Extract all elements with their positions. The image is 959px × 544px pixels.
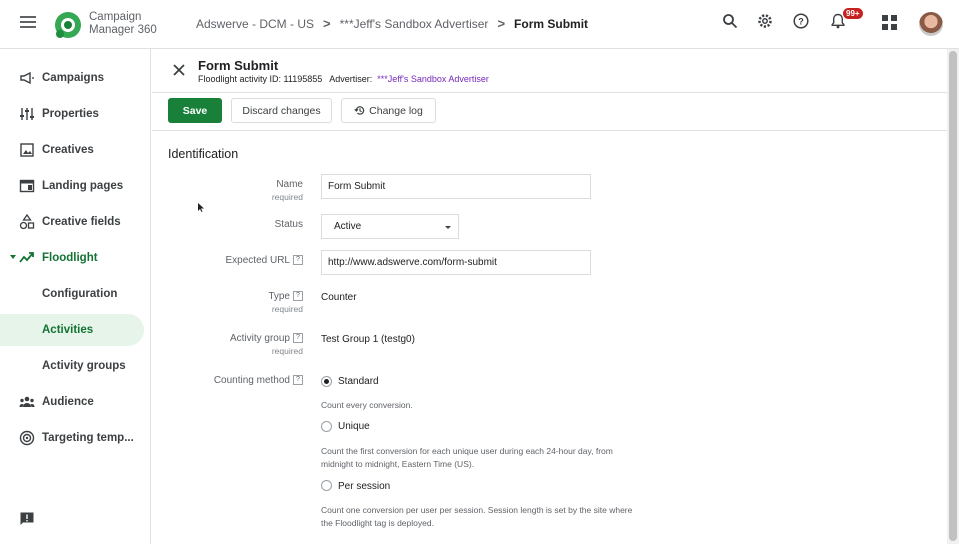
expected-url-field[interactable]: http://www.adswerve.com/form-submit bbox=[321, 250, 591, 275]
breadcrumb-advertiser[interactable]: ***Jeff's Sandbox Advertiser bbox=[340, 17, 489, 31]
campaign-manager-logo[interactable] bbox=[53, 10, 83, 40]
scrollbar-thumb[interactable] bbox=[949, 51, 957, 541]
help-icon[interactable]: ? bbox=[293, 375, 303, 386]
notifications-badge: 99+ bbox=[843, 8, 863, 19]
activity-group-label: Activity group? required bbox=[152, 333, 303, 356]
discard-changes-button[interactable]: Discard changes bbox=[231, 98, 332, 123]
sidebar-item-landing-pages[interactable]: Landing pages bbox=[0, 170, 150, 202]
chevron-right-icon: > bbox=[497, 16, 506, 31]
section-title: Identification bbox=[168, 147, 239, 161]
menu-icon[interactable] bbox=[20, 16, 36, 30]
breadcrumb-current: Form Submit bbox=[514, 16, 589, 31]
activity-meta: Floodlight activity ID: 11195855 Adverti… bbox=[198, 74, 489, 84]
sidebar-item-floodlight[interactable]: Floodlight bbox=[0, 242, 150, 274]
change-log-button[interactable]: Change log bbox=[341, 98, 436, 123]
counting-method-label: Counting method? bbox=[152, 375, 303, 386]
apps-grid-icon[interactable] bbox=[882, 15, 897, 30]
help-icon[interactable]: ? bbox=[793, 13, 809, 29]
people-icon bbox=[19, 396, 35, 407]
activity-id: Floodlight activity ID: 11195855 bbox=[198, 74, 323, 84]
radio-per-session-label[interactable]: Per session bbox=[338, 481, 390, 492]
avatar[interactable] bbox=[919, 12, 943, 36]
breadcrumb-account[interactable]: Adswerve - DCM - US bbox=[196, 17, 314, 31]
feedback-icon[interactable] bbox=[19, 511, 35, 527]
chevron-right-icon: > bbox=[323, 16, 331, 31]
sidebar-item-campaigns[interactable]: Campaigns bbox=[0, 62, 150, 94]
unique-description: Count the first conversion for each uniq… bbox=[321, 446, 613, 469]
sliders-icon bbox=[20, 108, 34, 120]
top-app-bar: Campaign Manager 360 Adswerve - DCM - US… bbox=[0, 0, 959, 49]
sidebar-item-creatives[interactable]: Creatives bbox=[0, 134, 150, 166]
type-label: Type? required bbox=[152, 291, 303, 314]
image-icon bbox=[20, 143, 34, 157]
expand-caret-icon bbox=[10, 255, 16, 259]
help-icon[interactable]: ? bbox=[293, 255, 303, 266]
sidebar-item-properties[interactable]: Properties bbox=[0, 98, 150, 130]
standard-description: Count every conversion. bbox=[321, 400, 413, 410]
radio-standard[interactable] bbox=[321, 376, 332, 387]
web-icon bbox=[19, 179, 35, 193]
radio-standard-label[interactable]: Standard bbox=[338, 376, 379, 387]
mouse-cursor-icon bbox=[198, 203, 204, 212]
advertiser-link[interactable]: ***Jeff's Sandbox Advertiser bbox=[377, 74, 489, 84]
help-icon[interactable]: ? bbox=[293, 333, 303, 344]
activity-header: Form Submit Floodlight activity ID: 1119… bbox=[152, 49, 947, 93]
expected-url-label: Expected URL? bbox=[152, 255, 303, 266]
status-label: Status bbox=[274, 219, 303, 230]
sidebar: Campaigns Properties Creatives Landing p… bbox=[0, 49, 151, 544]
change-log-label: Change log bbox=[369, 104, 423, 117]
sidebar-item-activity-groups[interactable]: Activity groups bbox=[0, 350, 150, 382]
sidebar-item-targeting-templates[interactable]: Targeting temp... bbox=[0, 422, 150, 454]
name-field[interactable]: Form Submit bbox=[321, 174, 591, 199]
save-button[interactable]: Save bbox=[168, 98, 222, 123]
target-icon bbox=[19, 430, 35, 446]
close-icon[interactable] bbox=[172, 63, 186, 77]
history-icon bbox=[354, 106, 365, 115]
main-panel: Form Submit Floodlight activity ID: 1119… bbox=[152, 49, 947, 544]
svg-text:?: ? bbox=[798, 17, 804, 27]
sidebar-item-configuration[interactable]: Configuration bbox=[0, 278, 150, 310]
help-icon[interactable]: ? bbox=[293, 291, 303, 302]
radio-unique-label[interactable]: Unique bbox=[338, 421, 370, 432]
shapes-icon bbox=[19, 214, 35, 230]
required-hint: required bbox=[271, 346, 303, 356]
radio-per-session[interactable] bbox=[321, 480, 332, 491]
search-icon[interactable] bbox=[722, 13, 738, 29]
required-hint: required bbox=[271, 304, 303, 314]
megaphone-icon bbox=[20, 71, 34, 85]
activity-group-value: Test Group 1 (testg0) bbox=[321, 334, 415, 345]
status-select[interactable]: Active bbox=[321, 214, 459, 239]
scrollbar[interactable] bbox=[947, 49, 959, 544]
gear-icon[interactable] bbox=[757, 13, 773, 29]
product-name: Campaign Manager 360 bbox=[89, 11, 157, 36]
breadcrumb: Adswerve - DCM - US > ***Jeff's Sandbox … bbox=[196, 16, 588, 31]
radio-unique[interactable] bbox=[321, 421, 332, 432]
toolbar: Save Discard changes Change log bbox=[152, 93, 947, 131]
sidebar-item-audience[interactable]: Audience bbox=[0, 386, 150, 418]
required-hint: required bbox=[271, 192, 303, 202]
sidebar-item-creative-fields[interactable]: Creative fields bbox=[0, 206, 150, 238]
type-value: Counter bbox=[321, 292, 357, 303]
sidebar-item-activities[interactable]: Activities bbox=[0, 314, 144, 346]
dropdown-arrow-icon bbox=[445, 226, 451, 229]
advertiser-label: Advertiser: bbox=[329, 74, 373, 84]
name-label: Name required bbox=[152, 179, 303, 202]
per-session-description: Count one conversion per user per sessio… bbox=[321, 505, 633, 528]
page-title: Form Submit bbox=[198, 58, 279, 73]
trend-icon bbox=[19, 252, 34, 263]
